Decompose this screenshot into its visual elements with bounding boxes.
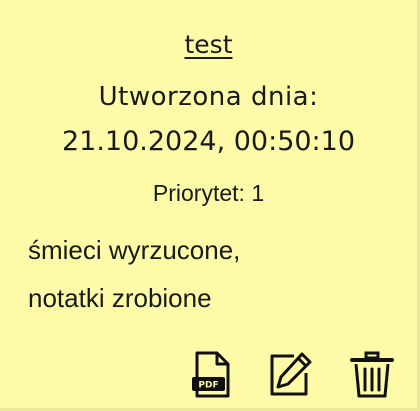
pdf-file-icon: PDF — [192, 351, 230, 398]
pdf-badge-text: PDF — [198, 381, 218, 391]
priority-value: 1 — [251, 180, 265, 206]
note-card: test Utworzona dnia: 21.10.2024, 00:50:1… — [0, 0, 420, 411]
delete-button[interactable] — [348, 350, 396, 400]
content-line: śmieci wyrzucone, — [28, 235, 241, 265]
note-title: test — [184, 30, 233, 59]
trash-icon — [350, 351, 394, 398]
priority-label: Priorytet: — [152, 180, 245, 206]
note-content: śmieci wyrzucone, notatki zrobione — [28, 226, 398, 322]
created-label: Utworzona dnia: — [98, 82, 319, 112]
content-line: notatki zrobione — [28, 283, 212, 313]
edit-icon — [270, 352, 312, 396]
created-date: 21.10.2024, 00:50:10 — [61, 126, 356, 157]
note-actions: PDF — [188, 350, 408, 400]
edit-button[interactable] — [266, 350, 314, 400]
export-pdf-button[interactable]: PDF — [188, 350, 236, 400]
priority-line: Priorytet: 1 — [0, 180, 417, 207]
